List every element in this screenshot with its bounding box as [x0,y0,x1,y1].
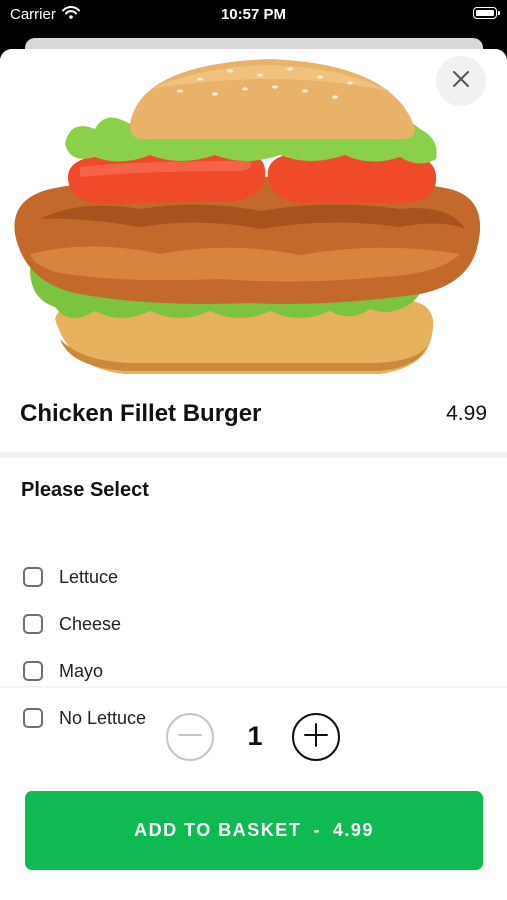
quantity-stepper: 1 [0,713,507,763]
footer-divider [0,686,507,688]
product-name: Chicken Fillet Burger [20,400,262,427]
product-header: Chicken Fillet Burger 4.99 [0,380,507,452]
add-to-basket-separator: - [313,820,321,840]
plus-icon [303,722,329,753]
battery-icon [473,7,500,19]
product-image [0,49,507,380]
checkbox[interactable] [23,614,43,634]
quantity-value: 1 [247,721,263,751]
add-to-basket-button[interactable]: ADD TO BASKET - 4.99 [25,791,483,870]
product-price: 4.99 [446,402,487,425]
checkbox[interactable] [23,661,43,681]
close-button[interactable] [436,56,486,106]
checkbox[interactable] [23,567,43,587]
option-cheese[interactable]: Cheese [23,609,121,639]
add-to-basket-label: ADD TO BASKET [134,820,302,840]
decrease-quantity-button[interactable] [166,713,214,761]
add-to-basket-price: 4.99 [332,820,374,840]
options-section: Please Select Lettuce Cheese Mayo No Let… [0,458,507,728]
close-icon [452,70,470,93]
option-mayo[interactable]: Mayo [23,656,103,686]
option-lettuce[interactable]: Lettuce [23,562,118,592]
product-sheet: Chicken Fillet Burger 4.99 Please Select… [0,49,507,900]
option-label: Mayo [59,660,104,681]
status-bar: Carrier 10:57 PM [0,0,507,30]
option-label: Lettuce [59,566,119,587]
increase-quantity-button[interactable] [292,713,340,761]
clock: 10:57 PM [220,6,287,23]
options-title: Please Select [21,479,149,501]
minus-icon [177,722,203,753]
option-label: Cheese [59,613,122,634]
